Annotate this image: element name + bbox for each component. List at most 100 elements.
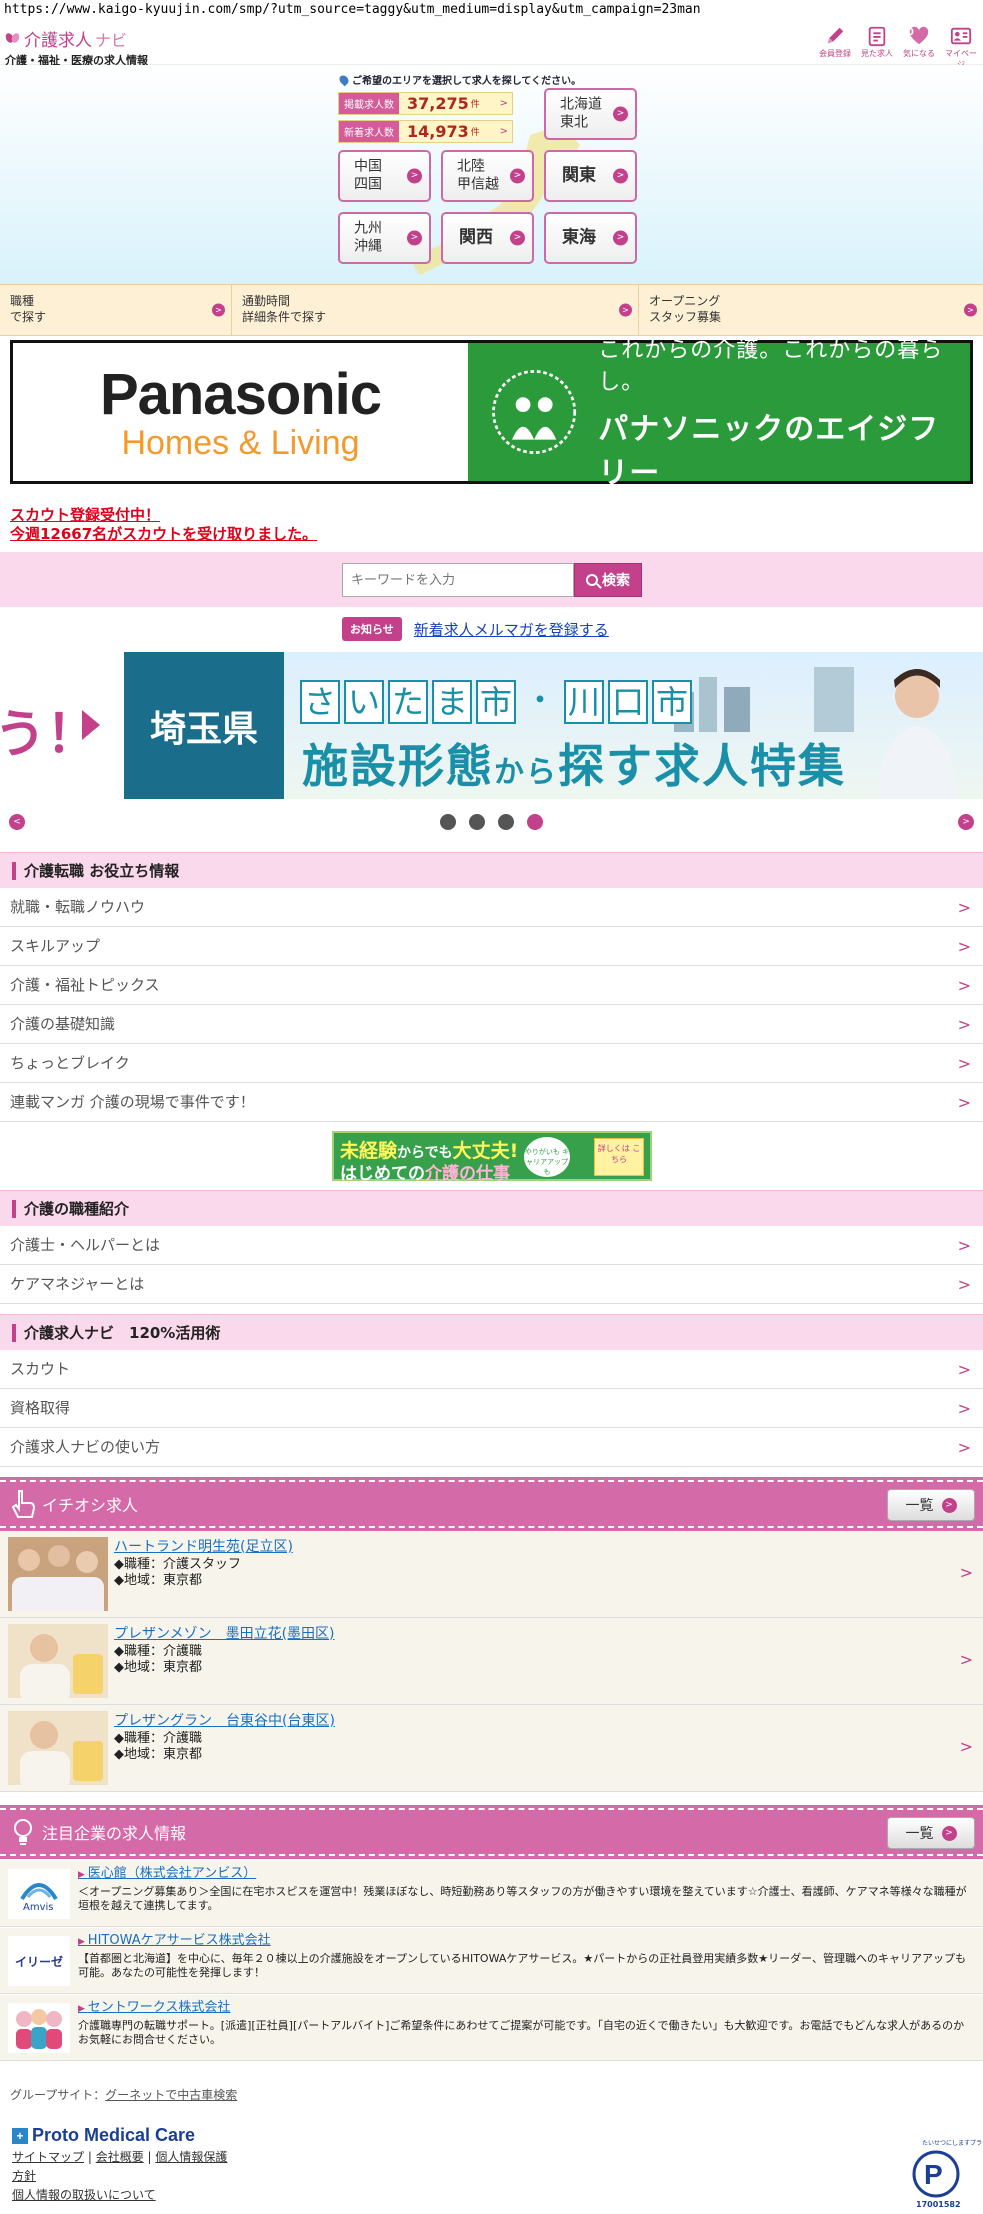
- pickup-job-item[interactable]: ハートランド明生苑(足立区) ◆職種：介護スタッフ ◆地域：東京都 >: [0, 1531, 983, 1618]
- privacy-text: たいせつにしますプライバシー: [922, 2140, 983, 2147]
- pickup-job-item[interactable]: プレザングラン 台東谷中(台東区) ◆職種：介護職 ◆地域：東京都 >: [0, 1705, 983, 1792]
- scout-link-1[interactable]: スカウト登録受付中！: [10, 506, 160, 524]
- goonet-link[interactable]: グーネットで中古車検索: [105, 2088, 237, 2102]
- region-chugoku-shikoku[interactable]: 中国 四国 >: [338, 150, 431, 202]
- section-title: 介護転職 お役立ち情報: [24, 862, 180, 880]
- carousel-next-button[interactable]: >: [958, 814, 974, 830]
- pmc-logo-icon: +: [12, 2127, 28, 2144]
- privacy-policy-link[interactable]: 個人情報保護: [155, 2150, 227, 2164]
- privacy-mark[interactable]: P たいせつにしますプライバシー 17001582: [904, 2140, 983, 2210]
- menu-item[interactable]: ちょっとブレイク >: [0, 1044, 983, 1083]
- chevron-right-icon: >: [957, 1093, 971, 1112]
- menu-item[interactable]: ケアマネジャーとは >: [0, 1265, 983, 1304]
- company-name-link[interactable]: 医心館（株式会社アンビス）: [78, 1867, 973, 1882]
- carousel-prev-button[interactable]: <: [9, 814, 25, 830]
- scout-link-2[interactable]: 今週12667名がスカウトを受け取りました。: [10, 525, 317, 543]
- menu-item[interactable]: 介護求人ナビの使い方 >: [0, 1428, 983, 1467]
- location-pin-icon: [337, 73, 351, 87]
- search-by-commute[interactable]: 通勤時間 詳細条件で探す >: [232, 285, 639, 335]
- viewed-jobs-button[interactable]: 見た求人: [859, 24, 895, 70]
- banner-badge: やりがいも キャリアアップも: [524, 1137, 570, 1177]
- company-item[interactable]: セントワークス株式会社 介護職専門の転職サポート。[派遣][正社員][パートアル…: [0, 1995, 983, 2061]
- carousel-dot[interactable]: [498, 814, 514, 830]
- menu-item[interactable]: 介護・福祉トピックス >: [0, 966, 983, 1005]
- job-name-link[interactable]: ハートランド明生苑(足立区): [114, 1539, 293, 1555]
- area-prompt: ご希望のエリアを選択して求人を探してください。: [337, 72, 581, 87]
- menu-item-label: 連載マンガ 介護の現場で事件です！: [10, 1093, 255, 1111]
- total-jobs-unit: 件: [470, 100, 480, 110]
- region-hokkaido-tohoku[interactable]: 北海道 東北 >: [544, 88, 637, 140]
- company-name-link[interactable]: セントワークス株式会社: [78, 2001, 973, 2016]
- carousel-dot[interactable]: [469, 814, 485, 830]
- region-tokai[interactable]: 東海 >: [544, 212, 637, 264]
- company-profile-link[interactable]: 会社概要: [96, 2150, 144, 2164]
- chevron-right-icon: >: [957, 976, 971, 995]
- personal-info-link[interactable]: 個人情報の取扱いについて: [12, 2188, 156, 2202]
- pointing-hand-icon: [11, 1490, 36, 1518]
- carousel-dots: [440, 814, 543, 830]
- favorites-button[interactable]: 0 気になる: [901, 24, 937, 70]
- tab-line2: 詳細条件で探す: [242, 309, 327, 324]
- menu-item[interactable]: 介護の基礎知識 >: [0, 1005, 983, 1044]
- region-label: 北海道 東北: [560, 96, 602, 131]
- band-title: イチオシ求人: [42, 1496, 139, 1515]
- job-name-link[interactable]: プレザンメゾン 墨田立花(墨田区): [114, 1626, 335, 1642]
- city-char: さ: [300, 680, 340, 724]
- menu-item[interactable]: 資格取得 >: [0, 1389, 983, 1428]
- total-jobs-stat[interactable]: 掲載求人数 37,275 件 >: [338, 92, 513, 115]
- carousel-controls: < >: [0, 810, 983, 834]
- chevron-right-icon: >: [941, 1497, 957, 1513]
- chevron-right-icon: >: [957, 898, 971, 917]
- menu-item-label: ちょっとブレイク: [10, 1054, 130, 1072]
- carousel-dot[interactable]: [440, 814, 456, 830]
- company-name-link[interactable]: HITOWAケアサービス株式会社: [78, 1934, 973, 1949]
- region-kyushu-okinawa[interactable]: 九州 沖縄 >: [338, 212, 431, 264]
- city-char: 川: [564, 680, 604, 724]
- new-jobs-stat[interactable]: 新着求人数 14,973 件 >: [338, 120, 513, 143]
- menu-item[interactable]: 介護士・ヘルパーとは >: [0, 1226, 983, 1265]
- menu-item[interactable]: 就職・転職ノウハウ >: [0, 888, 983, 927]
- beginner-care-banner[interactable]: 未経験からでも大丈夫! はじめての介護の仕事 やりがいも キャリアアップも 詳し…: [332, 1131, 652, 1184]
- company-item[interactable]: Amvis 医心館（株式会社アンビス） ＜オープニング募集あり＞全国に在宅ホスピ…: [0, 1861, 983, 1927]
- city-char: 口: [608, 680, 648, 724]
- sitemap-link[interactable]: サイトマップ: [12, 2150, 84, 2164]
- search-by-job-type[interactable]: 職種 で探す >: [0, 285, 232, 335]
- region-hokuriku-koshinetsu[interactable]: 北陸 甲信越 >: [441, 150, 534, 202]
- region-label: 東海: [562, 227, 596, 248]
- pickup-list-button[interactable]: 一覧 >: [887, 1489, 975, 1521]
- tab-line1: 職種: [10, 294, 35, 308]
- search-button[interactable]: 検索: [574, 563, 642, 597]
- newsletter-link[interactable]: 新着求人メルマガを登録する: [414, 619, 609, 640]
- scout-notice[interactable]: スカウト登録受付中！ 今週12667名がスカウトを受け取りました。: [10, 506, 317, 544]
- favorites-label: 気になる: [903, 49, 935, 58]
- job-name-link[interactable]: プレザングラン 台東谷中(台東区): [114, 1713, 335, 1729]
- keyword-input[interactable]: [342, 563, 574, 597]
- panasonic-ad-banner[interactable]: Panasonic Homes & Living これからの介護。これからの暮ら…: [10, 338, 973, 491]
- job-photo: [8, 1537, 108, 1611]
- region-kansai[interactable]: 関西 >: [441, 212, 534, 264]
- menu-item[interactable]: スキルアップ >: [0, 927, 983, 966]
- chevron-right-icon: >: [212, 303, 225, 317]
- companies-list-button[interactable]: 一覧 >: [887, 1817, 975, 1849]
- url-bar[interactable]: https://www.kaigo-kyuujin.com/smp/?utm_s…: [0, 0, 983, 20]
- region-kanto[interactable]: 関東 >: [544, 150, 637, 202]
- company-item[interactable]: イリーゼ HITOWAケアサービス株式会社 【首都圏と北海道】を中心に、毎年２０…: [0, 1928, 983, 1994]
- tab-line1: 通勤時間: [242, 294, 291, 308]
- chevron-right-icon: >: [510, 168, 525, 184]
- policy-link[interactable]: 方針: [12, 2169, 36, 2183]
- job-photo: [8, 1624, 108, 1698]
- section-title: 介護の職種紹介: [24, 1200, 130, 1218]
- chevron-right-icon: >: [957, 1054, 971, 1073]
- feature-carousel[interactable]: う！ 埼玉県 さ い た ま 市 ・ 川 口 市 施設形態から探す求人特集: [0, 652, 983, 799]
- carousel-dot-active[interactable]: [527, 814, 543, 830]
- mypage-button[interactable]: マイページ: [943, 24, 979, 70]
- menu-item[interactable]: 連載マンガ 介護の現場で事件です！ >: [0, 1083, 983, 1122]
- menu-item[interactable]: スカウト >: [0, 1350, 983, 1389]
- pickup-job-item[interactable]: プレザンメゾン 墨田立花(墨田区) ◆職種：介護職 ◆地域：東京都 >: [0, 1618, 983, 1705]
- site-logo[interactable]: 介護求人 ナビ 介護・福祉・医療の求人情報: [5, 26, 148, 68]
- menu-item-label: ケアマネジャーとは: [10, 1275, 145, 1293]
- chevron-right-icon: >: [957, 937, 971, 956]
- register-button[interactable]: 会員登録: [817, 24, 853, 70]
- search-opening-staff[interactable]: オープニング スタッフ募集 >: [639, 285, 983, 335]
- job-type: ◆職種：介護スタッフ: [114, 1557, 241, 1572]
